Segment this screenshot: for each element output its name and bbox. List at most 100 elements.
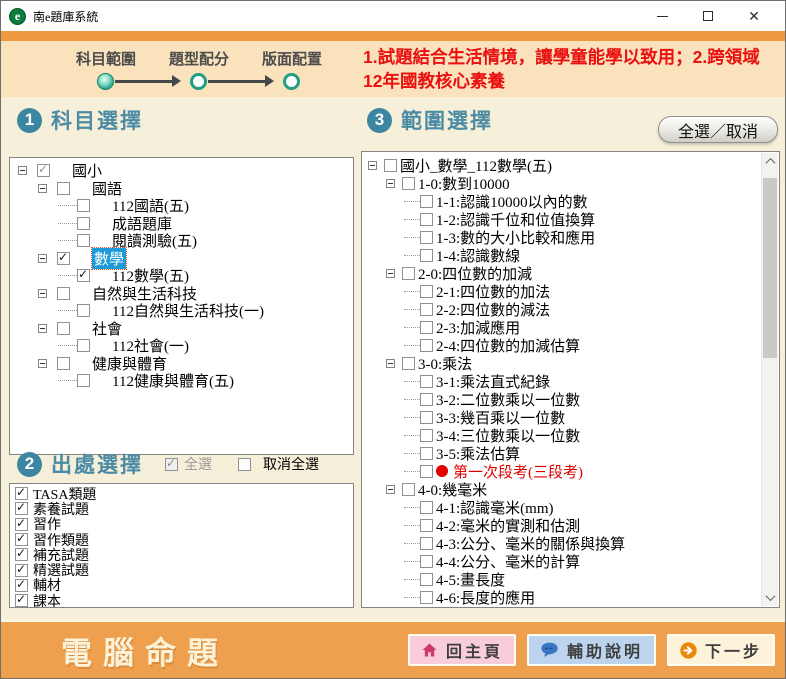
expander-icon[interactable] (38, 359, 47, 368)
minimize-button[interactable] (639, 1, 685, 31)
checkbox[interactable] (77, 217, 90, 230)
checkbox[interactable] (77, 269, 90, 282)
checkbox[interactable] (77, 304, 90, 317)
tree-item[interactable]: 2-3:加減應用 (364, 318, 759, 336)
tree-item-label[interactable]: 112健康與體育(五) (112, 370, 234, 391)
expander-icon[interactable] (38, 289, 47, 298)
list-item-label[interactable]: 課本 (33, 591, 61, 608)
checkbox[interactable] (420, 285, 433, 298)
tree-item[interactable]: 1-1:認識10000以內的數 (364, 192, 759, 210)
checkbox[interactable] (15, 487, 28, 500)
checkbox[interactable] (420, 303, 433, 316)
checkbox[interactable] (15, 502, 28, 515)
checkbox[interactable] (15, 579, 28, 592)
tree-item[interactable]: 4-6:長度的應用 (364, 588, 759, 606)
list-item[interactable]: 精選試題 (12, 562, 351, 577)
tree-item[interactable]: 2-1:四位數的加法 (364, 282, 759, 300)
select-all-toggle-button[interactable]: 全選／取消 (658, 116, 778, 143)
checkbox[interactable] (420, 393, 433, 406)
tree-item[interactable]: 3-2:二位數乘以一位數 (364, 390, 759, 408)
tree-item[interactable]: 112健康與體育(五) (12, 372, 351, 390)
checkbox[interactable] (420, 213, 433, 226)
list-item[interactable]: 素養試題 (12, 501, 351, 516)
checkbox[interactable] (420, 249, 433, 262)
scrollbar-thumb[interactable] (763, 178, 777, 358)
expander-icon[interactable] (18, 166, 27, 175)
checkbox[interactable] (420, 573, 433, 586)
tree-item[interactable]: 3-0:乘法 (364, 354, 759, 372)
expander-icon[interactable] (386, 179, 395, 188)
checkbox[interactable] (57, 357, 70, 370)
tree-item[interactable]: 國小 (12, 162, 351, 180)
checkbox[interactable] (420, 321, 433, 334)
tree-item-label[interactable]: 112自然與生活科技(一) (112, 300, 264, 321)
checkbox[interactable] (15, 533, 28, 546)
tree-item[interactable]: 1-0:數到10000 (364, 174, 759, 192)
tree-item[interactable]: 4-3:公分、毫米的關係與換算 (364, 534, 759, 552)
tree-item[interactable]: 112自然與生活科技(一) (12, 302, 351, 320)
checkbox[interactable] (15, 518, 28, 531)
checkbox[interactable] (37, 164, 50, 177)
home-button[interactable]: 回主頁 (408, 634, 516, 666)
checkbox[interactable] (402, 177, 415, 190)
checkbox[interactable] (402, 357, 415, 370)
scroll-down-button[interactable] (762, 589, 778, 606)
tree-item[interactable]: 2-0:四位數的加減 (364, 264, 759, 282)
step-circle-3[interactable] (283, 73, 300, 90)
checkbox[interactable] (15, 548, 28, 561)
deselect-all-checkbox[interactable] (238, 458, 251, 471)
expander-icon[interactable] (38, 184, 47, 193)
next-step-button[interactable]: 下一步 (667, 634, 775, 666)
checkbox[interactable] (57, 182, 70, 195)
checkbox[interactable] (384, 159, 397, 172)
expander-icon[interactable] (368, 161, 377, 170)
maximize-button[interactable] (685, 1, 731, 31)
tree-item[interactable]: 4-2:毫米的實測和估測 (364, 516, 759, 534)
checkbox[interactable] (57, 252, 70, 265)
help-button[interactable]: 輔助說明 (527, 634, 656, 666)
tree-item[interactable]: 1-4:認識數線 (364, 246, 759, 264)
tree-item-label[interactable]: 4-6:長度的應用 (436, 587, 535, 608)
checkbox[interactable] (402, 483, 415, 496)
expander-icon[interactable] (386, 359, 395, 368)
checkbox[interactable] (420, 231, 433, 244)
tree-item[interactable]: 112社會(一) (12, 337, 351, 355)
checkbox[interactable] (15, 564, 28, 577)
subject-tree-panel[interactable]: 國小國語112國語(五)成語題庫閱讀測驗(五)數學112數學(五)自然與生活科技… (9, 157, 354, 455)
step-circle-1-active[interactable] (97, 73, 114, 90)
expander-icon[interactable] (386, 485, 395, 494)
checkbox[interactable] (420, 555, 433, 568)
expander-icon[interactable] (38, 324, 47, 333)
tree-item[interactable]: 3-1:乘法直式紀錄 (364, 372, 759, 390)
expander-icon[interactable] (386, 269, 395, 278)
tree-item[interactable]: 國小_數學_112數學(五) (364, 156, 759, 174)
checkbox[interactable] (57, 322, 70, 335)
tree-item[interactable]: 2-4:四位數的加減估算 (364, 336, 759, 354)
checkbox[interactable] (420, 447, 433, 460)
checkbox[interactable] (420, 375, 433, 388)
checkbox[interactable] (420, 519, 433, 532)
range-tree-panel[interactable]: 國小_數學_112數學(五)1-0:數到100001-1:認識10000以內的數… (361, 151, 780, 608)
checkbox[interactable] (420, 465, 433, 478)
checkbox[interactable] (77, 374, 90, 387)
checkbox[interactable] (420, 501, 433, 514)
checkbox[interactable] (420, 339, 433, 352)
checkbox[interactable] (420, 591, 433, 604)
checkbox[interactable] (420, 411, 433, 424)
checkbox[interactable] (420, 429, 433, 442)
tree-item[interactable]: 3-5:乘法估算 (364, 444, 759, 462)
tree-item[interactable]: 閱讀測驗(五) (12, 232, 351, 250)
tree-item[interactable]: 1-2:認識千位和位值換算 (364, 210, 759, 228)
close-button[interactable]: ✕ (731, 1, 777, 31)
checkbox[interactable] (420, 195, 433, 208)
scroll-up-button[interactable] (762, 153, 778, 170)
step-circle-2[interactable] (190, 73, 207, 90)
tree-item[interactable]: 4-0:幾毫米 (364, 480, 759, 498)
checkbox[interactable] (77, 199, 90, 212)
tree-item[interactable]: 1-3:數的大小比較和應用 (364, 228, 759, 246)
tree-item[interactable]: 3-4:三位數乘以一位數 (364, 426, 759, 444)
tree-item[interactable]: 3-3:幾百乘以一位數 (364, 408, 759, 426)
tree-item[interactable]: 4-1:認識毫米(mm) (364, 498, 759, 516)
checkbox[interactable] (57, 287, 70, 300)
expander-icon[interactable] (38, 254, 47, 263)
